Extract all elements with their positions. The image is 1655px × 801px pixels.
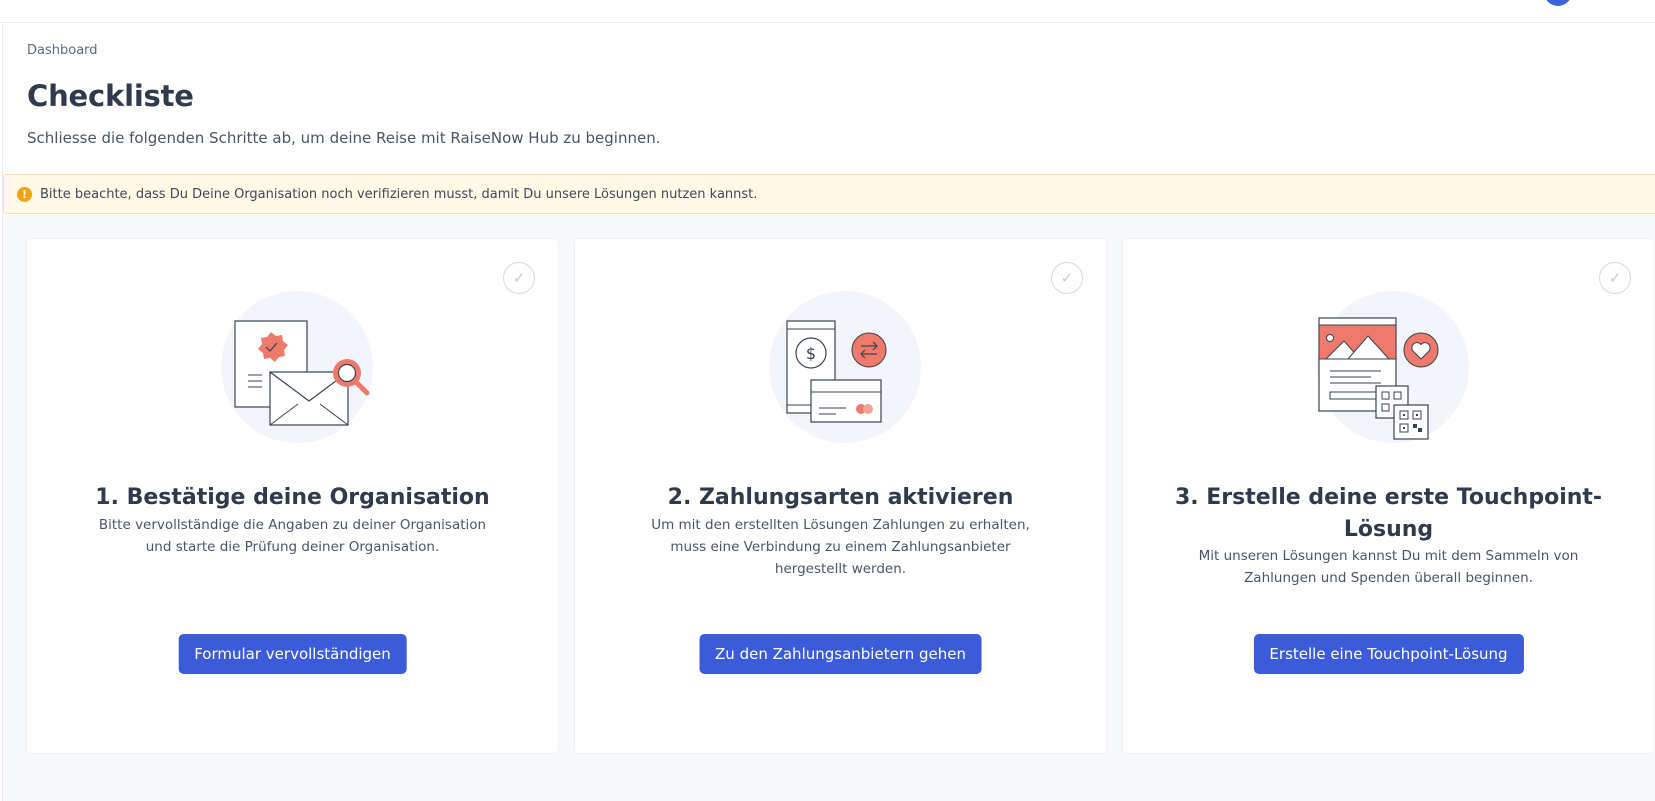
card-title: 2. Zahlungsarten aktivieren — [667, 485, 1014, 510]
top-bar — [0, 0, 1655, 23]
card-description: Mit unseren Lösungen kannst Du mit dem S… — [1198, 548, 1579, 586]
card-description: Bitte vervollständige die Angaben zu dei… — [98, 517, 487, 555]
check-icon: ✓ — [1051, 262, 1083, 294]
create-touchpoint-button[interactable]: Erstelle eine Touchpoint-Lösung — [1253, 634, 1524, 674]
svg-text:$: $ — [806, 344, 816, 363]
organisation-verification-illustration — [221, 291, 373, 443]
checklist-content: ✓ 1. Bestätige deine Organisation Bitte … — [3, 215, 1655, 801]
payment-providers-button[interactable]: Zu den Zahlungsanbietern gehen — [699, 634, 982, 674]
checklist-card-touchpoint: ✓ 3. Erstelle deine erste Touchpoint-Lös… — [1122, 238, 1655, 754]
checklist-card-organisation: ✓ 1. Bestätige deine Organisation Bitte … — [26, 238, 559, 754]
alert-text: Bitte beachte, dass Du Deine Organisatio… — [40, 186, 758, 202]
checklist-card-payment: ✓ $ 2. Zahlungsarten aktivieren Um mit d… — [574, 238, 1107, 754]
page-title: Checkliste — [27, 79, 194, 113]
payment-methods-illustration: $ — [769, 291, 921, 443]
user-avatar[interactable] — [1544, 0, 1572, 6]
touchpoint-solution-illustration — [1317, 291, 1469, 443]
verification-alert: ! Bitte beachte, dass Du Deine Organisat… — [3, 174, 1655, 214]
page-subtitle: Schliesse die folgenden Schritte ab, um … — [27, 129, 661, 147]
complete-form-button[interactable]: Formular vervollständigen — [178, 634, 407, 674]
check-icon: ✓ — [1599, 262, 1631, 294]
card-title: 3. Erstelle deine erste Touchpoint-Lösun… — [1174, 485, 1603, 542]
card-title: 1. Bestätige deine Organisation — [95, 485, 490, 510]
page-header: Dashboard Checkliste Schliesse die folge… — [3, 23, 1655, 173]
breadcrumb[interactable]: Dashboard — [27, 43, 98, 58]
check-icon: ✓ — [503, 262, 535, 294]
warning-icon: ! — [17, 186, 32, 202]
card-description: Um mit den erstellten Lösungen Zahlungen… — [651, 517, 1030, 577]
